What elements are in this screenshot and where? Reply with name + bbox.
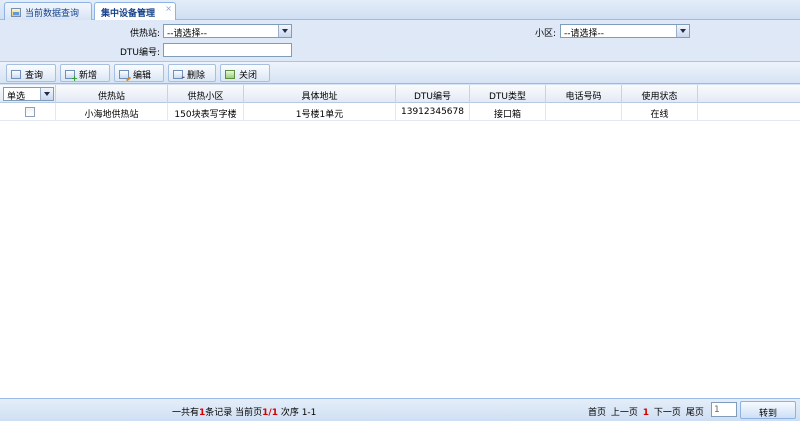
query-button[interactable]: 查询 bbox=[6, 64, 56, 82]
data-grid: 单选 供热站 供热小区 具体地址 DTU编号 DTU类型 电话号码 使用状态 小… bbox=[0, 85, 800, 398]
cell-dtu-no: 13912345678 bbox=[396, 103, 470, 121]
filter-panel: 供热站: --请选择-- 小区: --请选择-- DTU编号: bbox=[0, 20, 800, 62]
tab-current-data-query[interactable]: 当前数据查询 bbox=[4, 2, 92, 20]
tab-bar: 当前数据查询 集中设备管理 × bbox=[0, 0, 800, 21]
delete-button[interactable]: 删除 bbox=[168, 64, 216, 83]
column-header[interactable]: DTU类型 bbox=[470, 85, 546, 103]
record-info: 一共有1条记录 当前页1/1 次序 1-1 bbox=[172, 405, 316, 418]
edit-label: 编辑 bbox=[133, 71, 152, 81]
home-icon bbox=[11, 8, 21, 17]
app-window: 当前数据查询 集中设备管理 × 供热站: --请选择-- 小区: --请选择--… bbox=[0, 0, 800, 421]
tab-label: 当前数据查询 bbox=[25, 9, 80, 19]
delete-label: 删除 bbox=[187, 71, 206, 81]
area-select[interactable]: --请选择-- bbox=[560, 24, 690, 38]
cell-area: 150块表写字楼 bbox=[168, 103, 244, 121]
search-icon bbox=[11, 70, 21, 79]
station-select-value: --请选择-- bbox=[167, 29, 207, 38]
area-label: 小区: bbox=[534, 29, 556, 39]
column-header[interactable]: 供热小区 bbox=[168, 85, 244, 103]
row-select-cell bbox=[0, 103, 56, 121]
chevron-down-icon bbox=[676, 25, 689, 37]
table-row[interactable]: 小海地供热站 150块表写字楼 1号楼1单元 13912345678 接口箱 在… bbox=[0, 103, 800, 121]
select-mode-dropdown[interactable]: 单选 bbox=[3, 87, 54, 102]
current-page: 1/1 bbox=[262, 408, 278, 418]
dtu-label: DTU编号: bbox=[119, 48, 160, 58]
total-suffix: 条记录 当前页 bbox=[205, 408, 263, 418]
chevron-down-icon bbox=[278, 25, 291, 37]
go-button[interactable]: 转到 bbox=[740, 401, 796, 419]
edit-icon bbox=[119, 70, 129, 79]
cell-status: 在线 bbox=[622, 103, 698, 121]
grid-header: 单选 供热站 供热小区 具体地址 DTU编号 DTU类型 电话号码 使用状态 bbox=[0, 85, 800, 103]
cell-station: 小海地供热站 bbox=[56, 103, 168, 121]
tab-device-management[interactable]: 集中设备管理 × bbox=[94, 2, 176, 21]
last-page-link[interactable]: 尾页 bbox=[686, 408, 704, 418]
column-header[interactable]: 使用状态 bbox=[622, 85, 698, 103]
cell-address: 1号楼1单元 bbox=[244, 103, 396, 121]
chevron-down-icon bbox=[40, 88, 53, 100]
first-page-link[interactable]: 首页 bbox=[588, 408, 606, 418]
edit-button[interactable]: 编辑 bbox=[114, 64, 164, 82]
toolbar: 查询 新增 编辑 删除 关闭 bbox=[0, 62, 800, 84]
next-page-link[interactable]: 下一页 bbox=[654, 408, 681, 418]
close-label: 关闭 bbox=[239, 71, 258, 81]
pager-links: 首页 上一页 1 下一页 尾页 bbox=[588, 405, 706, 418]
page-input[interactable]: 1 bbox=[711, 402, 737, 417]
add-label: 新增 bbox=[79, 71, 98, 81]
query-label: 查询 bbox=[25, 71, 44, 81]
dtu-input[interactable] bbox=[163, 43, 292, 57]
station-label: 供热站: bbox=[129, 29, 160, 39]
cell-dtu-type: 接口箱 bbox=[470, 103, 546, 121]
delete-icon bbox=[173, 70, 185, 83]
close-icon[interactable]: × bbox=[165, 4, 172, 13]
pager-bar: 一共有1条记录 当前页1/1 次序 1-1 首页 上一页 1 下一页 尾页 1 … bbox=[0, 398, 800, 421]
area-select-value: --请选择-- bbox=[564, 29, 604, 38]
select-mode-value: 单选 bbox=[7, 92, 26, 102]
column-header[interactable]: 具体地址 bbox=[244, 85, 396, 103]
column-header[interactable]: 供热站 bbox=[56, 85, 168, 103]
row-checkbox[interactable] bbox=[25, 107, 35, 117]
cell-phone bbox=[546, 103, 622, 121]
select-mode-cell: 单选 bbox=[0, 85, 56, 103]
close-button[interactable]: 关闭 bbox=[220, 64, 270, 82]
add-icon bbox=[65, 70, 78, 83]
total-prefix: 一共有 bbox=[172, 408, 200, 418]
order-range: 次序 1-1 bbox=[280, 408, 317, 418]
exit-icon bbox=[225, 70, 235, 79]
prev-page-link[interactable]: 上一页 bbox=[611, 408, 638, 418]
column-header[interactable]: 电话号码 bbox=[546, 85, 622, 103]
column-header[interactable]: DTU编号 bbox=[396, 85, 470, 103]
station-select[interactable]: --请选择-- bbox=[163, 24, 292, 38]
tab-label: 集中设备管理 bbox=[101, 9, 156, 19]
page-number-link[interactable]: 1 bbox=[643, 408, 649, 418]
add-button[interactable]: 新增 bbox=[60, 64, 110, 83]
